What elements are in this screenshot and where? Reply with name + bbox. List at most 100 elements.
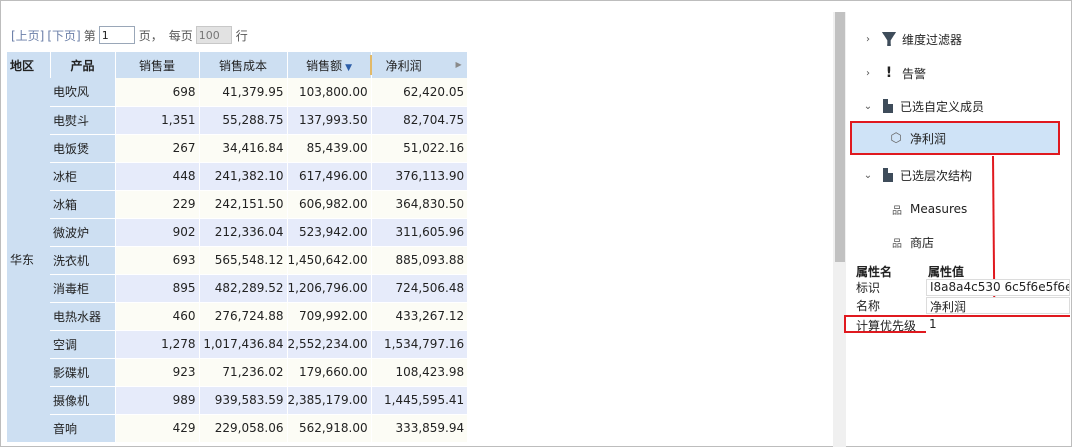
product-cell[interactable]: 音响 <box>50 414 116 443</box>
sales-cost-cell: 212,336.04 <box>198 218 287 247</box>
net-profit-cell: 333,859.94 <box>370 414 468 443</box>
document-icon <box>883 99 893 113</box>
prop-value[interactable]: 净利润 <box>926 297 1070 314</box>
page-suffix: 页， <box>138 28 163 43</box>
sales-qty-cell: 693 <box>115 246 199 275</box>
header-sales-qty[interactable]: 销售量 <box>115 52 200 78</box>
tree-item-custom-members[interactable]: ⌄ 已选自定义成员 <box>848 91 984 121</box>
product-cell[interactable]: 摄像机 <box>50 386 116 415</box>
sales-qty-cell: 1,278 <box>115 330 199 359</box>
rows-per-page-input[interactable] <box>195 26 232 44</box>
page-prefix: 第 <box>83 28 96 43</box>
header-product[interactable]: 产品 <box>50 52 116 78</box>
prop-row-name: 名称 净利润 <box>848 297 1070 314</box>
net-profit-cell: 311,605.96 <box>370 218 468 247</box>
sales-qty-cell: 1,351 <box>115 106 199 135</box>
tree-item-alerts[interactable]: › ! 告警 <box>848 58 926 88</box>
chevron-right-icon[interactable]: › <box>860 68 876 79</box>
scroll-right-icon[interactable]: ▶ <box>456 60 462 69</box>
product-cell[interactable]: 冰柜 <box>50 162 116 191</box>
tree-item-label: 告警 <box>902 66 927 81</box>
sales-cost-cell: 565,548.12 <box>198 246 287 275</box>
header-region[interactable]: 地区 <box>7 52 51 78</box>
net-profit-cell: 1,445,595.41 <box>370 386 468 415</box>
net-profit-cell: 724,506.48 <box>370 274 468 303</box>
sales-amount-cell: 1,206,796.00 <box>286 274 372 303</box>
sales-qty-cell: 895 <box>115 274 199 303</box>
next-page-link[interactable]: [下页] <box>47 27 80 44</box>
net-profit-cell: 376,113.90 <box>370 162 468 191</box>
sales-cost-cell: 1,017,436.84 <box>198 330 287 359</box>
table-row: 音响 429 229,058.06 562,918.00 333,859.94 <box>7 414 468 443</box>
props-header-value: 属性值 <box>928 265 965 279</box>
tree-item-label: 商店 <box>910 235 935 250</box>
tree-item-store[interactable]: 品 商店 <box>890 227 934 257</box>
table-row: 电热水器 460 276,724.88 709,992.00 433,267.12 <box>7 302 468 331</box>
product-cell[interactable]: 空调 <box>50 330 116 359</box>
header-sales-cost[interactable]: 销售成本 <box>199 52 288 78</box>
sales-amount-cell: 2,552,234.00 <box>286 330 372 359</box>
measure-icon: ⬡ <box>890 130 902 146</box>
product-cell[interactable]: 冰箱 <box>50 190 116 219</box>
product-cell[interactable]: 洗衣机 <box>50 246 116 275</box>
hierarchy-icon: 品 <box>892 205 902 217</box>
data-table: 地区 产品 销售量 销售成本 销售额 ▼ 净利润 ▶ 华东 电吹风 698 41,379.… <box>7 52 468 443</box>
sales-amount-cell: 523,942.00 <box>286 218 372 247</box>
product-cell[interactable]: 微波炉 <box>50 218 116 247</box>
prop-row-id: 标识 I8a8a4c530 6c5f6e5f6ef5e <box>848 279 1070 296</box>
sales-amount-cell: 2,385,179.00 <box>286 386 372 415</box>
prop-value[interactable]: I8a8a4c530 6c5f6e5f6ef5e <box>926 279 1070 296</box>
region-cell[interactable]: 华东 <box>7 78 50 443</box>
sales-amount-cell: 103,800.00 <box>286 78 372 107</box>
net-profit-cell: 364,830.50 <box>370 190 468 219</box>
vertical-scrollbar[interactable] <box>833 12 846 447</box>
scrollbar-thumb[interactable] <box>835 12 845 262</box>
prop-name: 标识 <box>856 281 881 295</box>
header-sales-amount[interactable]: 销售额 ▼ <box>287 52 372 78</box>
product-cell[interactable]: 消毒柜 <box>50 274 116 303</box>
chevron-right-icon[interactable]: › <box>860 34 876 45</box>
tree-item-label: Measures <box>910 202 968 216</box>
product-cell[interactable]: 电热水器 <box>50 302 116 331</box>
sales-amount-cell: 137,993.50 <box>286 106 372 135</box>
prop-value[interactable]: 1 <box>926 317 1070 334</box>
sales-cost-cell: 229,058.06 <box>198 414 287 443</box>
table-row: 空调 1,278 1,017,436.84 2,552,234.00 1,534,797… <box>7 330 468 359</box>
table-row: 消毒柜 895 482,289.52 1,206,796.00 724,506.48 <box>7 274 468 303</box>
sort-desc-icon[interactable]: ▼ <box>345 63 352 73</box>
document-icon <box>883 168 893 182</box>
net-profit-cell: 1,534,797.16 <box>370 330 468 359</box>
table-row: 微波炉 902 212,336.04 523,942.00 311,605.96 <box>7 218 468 247</box>
tree-item-label: 维度过滤器 <box>902 32 963 47</box>
pager: [上页] [下页] 第 页， 每页 行 <box>11 25 251 45</box>
tree-item-hierarchies[interactable]: ⌄ 已选层次结构 <box>848 160 972 190</box>
sales-qty-cell: 429 <box>115 414 199 443</box>
tree-item-label: 已选层次结构 <box>900 168 973 183</box>
sales-cost-cell: 55,288.75 <box>198 106 287 135</box>
sales-amount-cell: 562,918.00 <box>286 414 372 443</box>
product-cell[interactable]: 电吹风 <box>50 78 116 107</box>
sales-cost-cell: 71,236.02 <box>198 358 287 387</box>
sales-qty-cell: 989 <box>115 386 199 415</box>
tree-item-label: 已选自定义成员 <box>900 99 985 114</box>
net-profit-cell: 82,704.75 <box>370 106 468 135</box>
sales-qty-cell: 267 <box>115 134 199 163</box>
product-cell[interactable]: 电饭煲 <box>50 134 116 163</box>
chevron-down-icon[interactable]: ⌄ <box>860 170 876 181</box>
tree-item-dimension-filter[interactable]: › 维度过滤器 <box>848 24 962 54</box>
tree-item-measures[interactable]: 品 Measures <box>890 194 967 224</box>
prop-name: 名称 <box>856 299 881 313</box>
sales-cost-cell: 276,724.88 <box>198 302 287 331</box>
page-number-input[interactable] <box>98 26 135 44</box>
sales-amount-cell: 606,982.00 <box>286 190 372 219</box>
prev-page-link[interactable]: [上页] <box>11 27 44 44</box>
sales-qty-cell: 460 <box>115 302 199 331</box>
net-profit-cell: 51,022.16 <box>370 134 468 163</box>
table-row: 电熨斗 1,351 55,288.75 137,993.50 82,704.75 <box>7 106 468 135</box>
product-cell[interactable]: 影碟机 <box>50 358 116 387</box>
product-cell[interactable]: 电熨斗 <box>50 106 116 135</box>
tree-item-net-profit-selected[interactable]: ⬡ 净利润 <box>850 121 1060 155</box>
header-net-profit[interactable]: 净利润 ▶ <box>371 52 468 78</box>
chevron-down-icon[interactable]: ⌄ <box>860 101 876 112</box>
hierarchy-icon: 品 <box>892 238 902 250</box>
